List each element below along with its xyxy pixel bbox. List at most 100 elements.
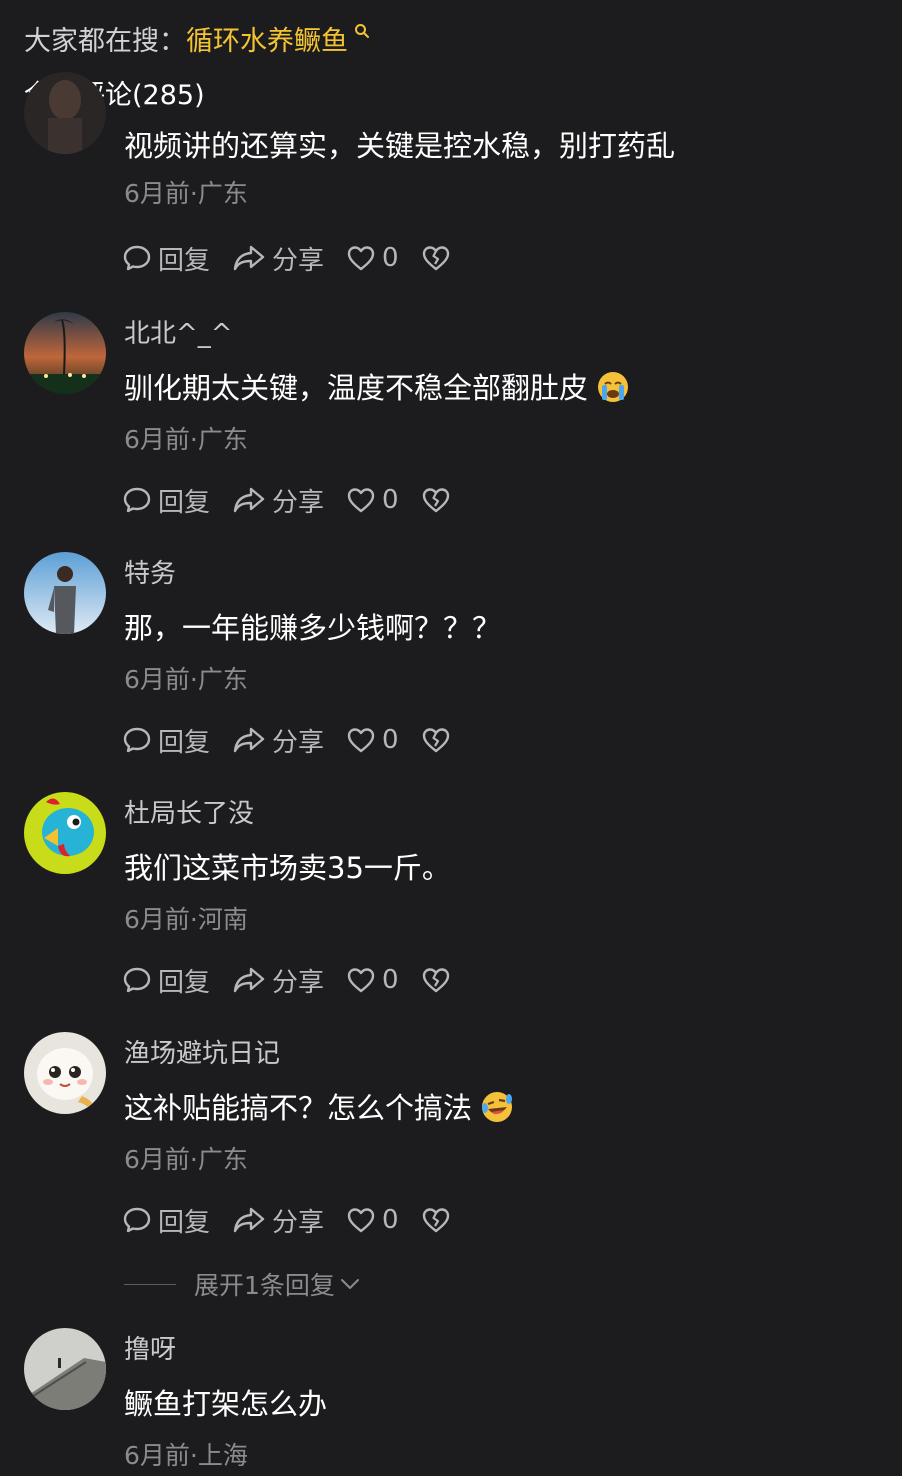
- reply-label: 回复: [158, 245, 211, 276]
- search-prefix: 大家都在搜：: [24, 25, 186, 57]
- like-count: 0: [382, 965, 399, 995]
- share-arrow-icon: [233, 487, 265, 513]
- share-label: 分享: [272, 245, 325, 276]
- reply-button[interactable]: 回复: [122, 962, 210, 999]
- laughing-crying-face-icon: [482, 1092, 513, 1122]
- share-button[interactable]: 分享: [232, 962, 324, 999]
- reply-button[interactable]: 回复: [122, 240, 210, 277]
- reply-label: 回复: [158, 1207, 211, 1238]
- expand-replies-button[interactable]: 展开1条回复: [124, 1264, 361, 1304]
- avatar-image: [24, 312, 106, 394]
- dislike-button[interactable]: [421, 1206, 457, 1234]
- username[interactable]: 北北^_^: [124, 314, 233, 354]
- share-arrow-icon: [233, 245, 265, 271]
- comment-text: 这补贴能搞不？怎么个搞法: [124, 1088, 514, 1128]
- expand-label: 展开1条回复: [194, 1271, 335, 1300]
- share-label: 分享: [272, 487, 325, 518]
- reply-button[interactable]: 回复: [122, 722, 210, 759]
- username[interactable]: 渔场避坑日记: [124, 1034, 280, 1074]
- share-arrow-icon: [233, 1207, 265, 1233]
- comment-text: 鳜鱼打架怎么办: [124, 1387, 328, 1421]
- comment-text: 驯化期太关键，温度不稳全部翻肚皮: [124, 368, 630, 408]
- heart-icon: [347, 246, 375, 271]
- comment-actions: 回复 分享 0: [122, 478, 457, 522]
- share-button[interactable]: 分享: [232, 722, 324, 759]
- heart-icon: [347, 488, 375, 513]
- heart-icon: [347, 968, 375, 993]
- username[interactable]: 杜局长了没: [124, 794, 254, 834]
- comment-meta: 6月前·广东: [124, 665, 248, 694]
- comment-meta: 6月前·广东: [124, 425, 248, 454]
- comment-text: 视频讲的还算实，关键是控水稳，别打药乱: [124, 129, 676, 163]
- reply-label: 回复: [158, 727, 211, 758]
- broken-heart-icon: [422, 968, 449, 993]
- comment-text: 我们这菜市场卖35一斤。: [124, 851, 451, 885]
- like-button[interactable]: 0: [346, 1205, 399, 1235]
- comment-actions: 回复 分享 0: [122, 958, 457, 1002]
- share-button[interactable]: 分享: [232, 482, 324, 519]
- reply-button[interactable]: 回复: [122, 482, 210, 519]
- like-count: 0: [382, 243, 399, 273]
- comment-bubble-icon: [123, 727, 151, 753]
- like-button[interactable]: 0: [346, 485, 399, 515]
- share-arrow-icon: [233, 727, 265, 753]
- heart-icon: [347, 728, 375, 753]
- avatar-image: [24, 72, 106, 154]
- reply-label: 回复: [158, 967, 211, 998]
- comment-bubble-icon: [123, 967, 151, 993]
- comment-text-content: 驯化期太关键，温度不稳全部翻肚皮: [124, 371, 589, 405]
- share-label: 分享: [272, 727, 325, 758]
- dislike-button[interactable]: [421, 726, 457, 754]
- broken-heart-icon: [422, 728, 449, 753]
- avatar[interactable]: [24, 792, 106, 874]
- avatar-image: [24, 792, 106, 874]
- comment-meta: 6月前·广东: [124, 179, 248, 208]
- username[interactable]: 特务: [124, 554, 176, 594]
- comment-bubble-icon: [123, 245, 151, 271]
- like-count: 0: [382, 485, 399, 515]
- avatar[interactable]: [24, 72, 106, 154]
- avatar[interactable]: [24, 552, 106, 634]
- like-button[interactable]: 0: [346, 965, 399, 995]
- reply-button[interactable]: 回复: [122, 1202, 210, 1239]
- comment-actions: 回复 分享 0: [122, 1198, 457, 1242]
- comment-text-content: 这补贴能搞不？怎么个搞法: [124, 1091, 473, 1125]
- dislike-button[interactable]: [421, 486, 457, 514]
- comment-meta: 6月前·广东: [124, 1145, 248, 1174]
- comment-meta: 6月前·上海: [124, 1441, 248, 1470]
- like-count: 0: [382, 725, 399, 755]
- expand-divider: [124, 1283, 176, 1285]
- comment-text: 那，一年能赚多少钱啊？？？: [124, 611, 502, 645]
- broken-heart-icon: [422, 246, 449, 271]
- username[interactable]: 撸呀: [124, 1330, 176, 1370]
- share-label: 分享: [272, 1207, 325, 1238]
- comment-actions: 回复 分享 0: [122, 718, 457, 762]
- broken-heart-icon: [422, 488, 449, 513]
- avatar[interactable]: [24, 1328, 106, 1410]
- search-icon: [355, 24, 369, 38]
- avatar-image: [24, 552, 106, 634]
- dislike-button[interactable]: [421, 244, 457, 272]
- loudly-crying-face-icon: [598, 372, 629, 402]
- reply-label: 回复: [158, 487, 211, 518]
- dislike-button[interactable]: [421, 966, 457, 994]
- heart-icon: [347, 1208, 375, 1233]
- share-label: 分享: [272, 967, 325, 998]
- comment-meta: 6月前·河南: [124, 905, 248, 934]
- like-button[interactable]: 0: [346, 725, 399, 755]
- avatar-image: [24, 1032, 106, 1114]
- chevron-down-icon: [340, 1279, 359, 1289]
- avatar-image: [24, 1328, 106, 1410]
- comment-actions: 回复 分享 0: [122, 236, 457, 280]
- comment-bubble-icon: [123, 1207, 151, 1233]
- avatar[interactable]: [24, 1032, 106, 1114]
- avatar[interactable]: [24, 312, 106, 394]
- like-button[interactable]: 0: [346, 243, 399, 273]
- like-count: 0: [382, 1205, 399, 1235]
- search-suggestion[interactable]: 大家都在搜： 循环水养鳜鱼: [24, 16, 370, 60]
- share-button[interactable]: 分享: [232, 240, 324, 277]
- share-button[interactable]: 分享: [232, 1202, 324, 1239]
- share-arrow-icon: [233, 967, 265, 993]
- search-term-link[interactable]: 循环水养鳜鱼: [186, 19, 348, 58]
- comment-bubble-icon: [123, 487, 151, 513]
